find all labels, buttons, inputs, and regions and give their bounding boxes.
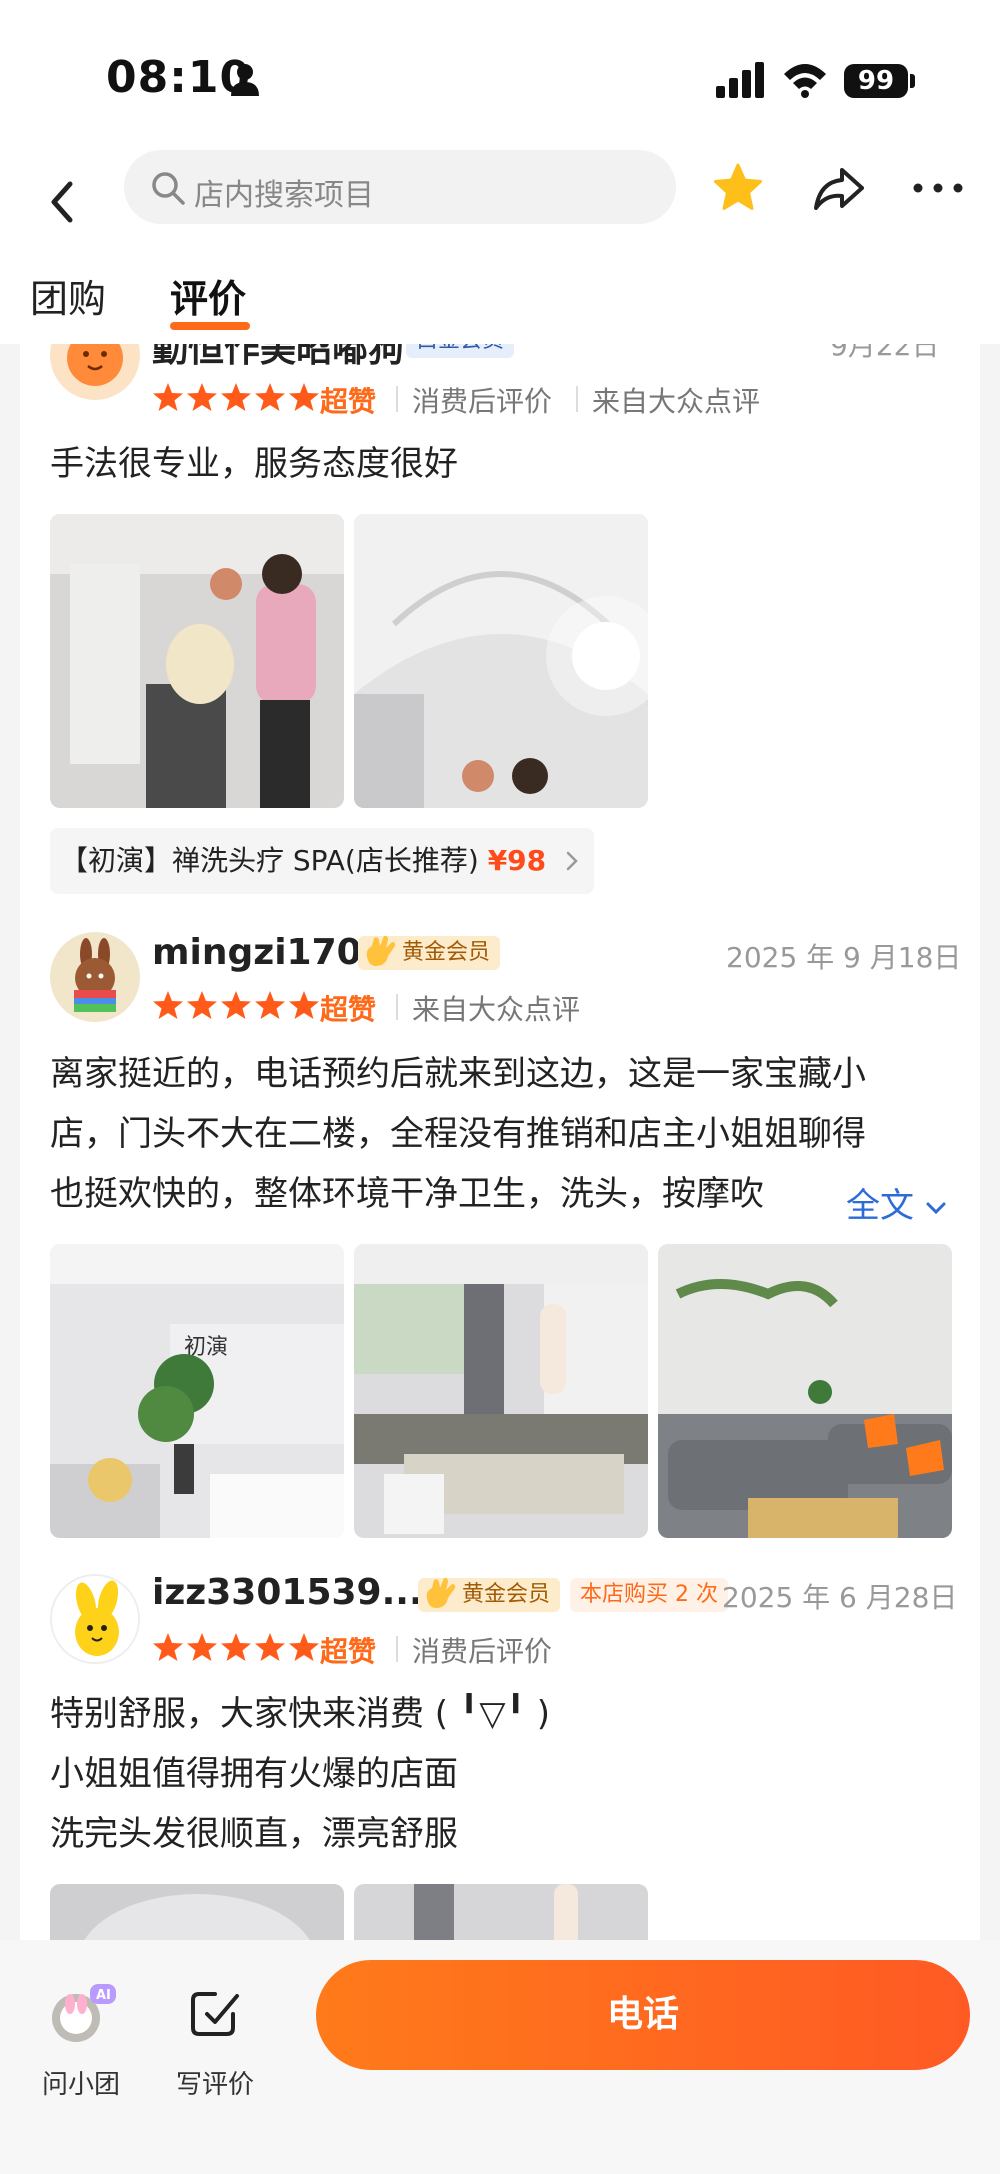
star-icon (221, 991, 251, 1019)
star-icon (187, 991, 217, 1019)
gold-hand-icon (426, 1577, 456, 1608)
star-icon (255, 991, 285, 1019)
member-badge-label: 黄金会员 (462, 1582, 551, 1607)
review-meta-consumed: 消费后评价 (412, 385, 553, 418)
star-icon (289, 383, 319, 411)
review-photo[interactable] (658, 1244, 952, 1538)
avatar[interactable] (50, 1574, 140, 1664)
bottom-action-bar: AI 问小团 写评价 电话 (0, 1940, 1000, 2174)
rating-word: 超赞 (320, 1635, 377, 1668)
ai-assistant-icon: AI (52, 1984, 116, 2042)
divider (576, 386, 578, 412)
status-bar: 08:10 99 (0, 0, 1000, 150)
star-icon (289, 1633, 319, 1661)
favorite-star-icon[interactable] (712, 162, 764, 214)
divider (396, 1636, 398, 1662)
review-photo[interactable] (50, 514, 344, 808)
write-review-icon (191, 1992, 239, 2036)
share-icon[interactable] (812, 164, 866, 214)
rating-word: 超赞 (320, 993, 377, 1026)
review-text: 手法很专业，服务态度很好 (50, 444, 458, 484)
review-photo[interactable] (354, 1244, 648, 1538)
divider (396, 994, 398, 1020)
review-text-line: 店，门头不大在二楼，全程没有推销和店主小姐姐聊得 (50, 1114, 866, 1154)
star-icon (153, 383, 183, 411)
username[interactable]: izz3301539... (152, 1572, 423, 1613)
star-icon (221, 383, 251, 411)
star-icon (221, 1633, 251, 1661)
search-placeholder: 店内搜索项目 (194, 178, 374, 213)
member-badge: 黄金会员 (358, 935, 501, 970)
deal-price: ¥98 (487, 844, 547, 877)
ai-tag: AI (96, 1988, 111, 2003)
star-icon (255, 1633, 285, 1661)
member-badge-label: 黄金会员 (402, 940, 491, 965)
review-date: 2025 年 6 月28日 (722, 1581, 958, 1614)
signal-icon (716, 62, 764, 98)
review-text-line: 特别舒服，大家快来消费 ( ╹▽╹ ) (50, 1694, 551, 1734)
search-icon (152, 172, 185, 205)
review-photo[interactable] (354, 1884, 648, 1940)
deal-name: 【初演】禅洗头疗 SPA(店长推荐) (60, 844, 479, 877)
gold-hand-icon (366, 935, 396, 966)
review-text-line: 也挺欢快的，整体环境干净卫生，洗头，按摩吹 (50, 1174, 764, 1214)
battery-indicator: 99 (844, 64, 908, 98)
call-button[interactable]: 电话 (316, 1960, 970, 2070)
tab-group-buy[interactable]: 团购 (30, 268, 106, 323)
review-meta-consumed: 消费后评价 (412, 1635, 553, 1668)
chevron-down-icon (926, 1202, 946, 1214)
review-date: 9月22日 (830, 344, 940, 362)
review-meta-source: 来自大众点评 (592, 385, 761, 418)
username[interactable]: 勤恒作美昭嘟狗 (152, 344, 404, 372)
more-icon[interactable] (912, 176, 964, 200)
star-rating (152, 1632, 322, 1662)
star-icon (153, 991, 183, 1019)
full-text-link[interactable]: 全文 (846, 1178, 947, 1227)
review-photo[interactable]: 初演 (50, 1244, 344, 1538)
search-input[interactable]: 店内搜索项目 (124, 150, 676, 224)
star-icon (187, 383, 217, 411)
review-date: 2025 年 9 月18日 (726, 941, 962, 974)
tab-reviews[interactable]: 评价 (170, 268, 246, 323)
member-badge: 黄金会员 (418, 1577, 561, 1612)
full-text-label: 全文 (846, 1186, 914, 1226)
review-photo[interactable] (50, 1884, 344, 1940)
divider (396, 386, 398, 412)
chevron-right-icon (566, 851, 578, 871)
avatar[interactable] (50, 932, 140, 1022)
star-icon (153, 1633, 183, 1661)
review-text-line: 小姐姐值得拥有火爆的店面 (50, 1754, 458, 1794)
star-icon (255, 383, 285, 411)
deal-link[interactable]: 【初演】禅洗头疗 SPA(店长推荐) ¥98 (50, 828, 595, 894)
purchase-count-badge: 本店购买 2 次 (570, 1578, 728, 1612)
reviews-list: 勤恒作美昭嘟狗 白金会员 9月22日 超赞 消费后评价 来自大众点评 手法很专业… (20, 344, 980, 1940)
review-photo[interactable] (354, 514, 648, 808)
nav-bar: 店内搜索项目 (0, 150, 1000, 260)
wifi-icon (784, 64, 826, 98)
star-rating (152, 382, 322, 412)
write-review-label: 写评价 (175, 2070, 254, 2100)
star-icon (187, 1633, 217, 1661)
review-meta-source: 来自大众点评 (412, 993, 581, 1026)
star-icon (289, 991, 319, 1019)
member-badge: 白金会员 (406, 344, 515, 358)
person-icon (231, 64, 259, 96)
battery-tip (910, 74, 915, 88)
tabs-bar: 团购 评价 (0, 260, 1000, 344)
review-text-line: 洗完头发很顺直，漂亮舒服 (50, 1814, 458, 1854)
rating-word: 超赞 (320, 385, 377, 418)
ask-assistant-label: 问小团 (41, 2070, 120, 2100)
back-arrow-icon[interactable] (42, 172, 82, 232)
review-text-line: 离家挺近的，电话预约后就来到这边，这是一家宝藏小 (50, 1054, 866, 1094)
active-tab-indicator (170, 322, 250, 330)
star-rating (152, 990, 322, 1020)
avatar[interactable] (50, 344, 140, 400)
username[interactable]: mingzi1700 (152, 932, 387, 973)
